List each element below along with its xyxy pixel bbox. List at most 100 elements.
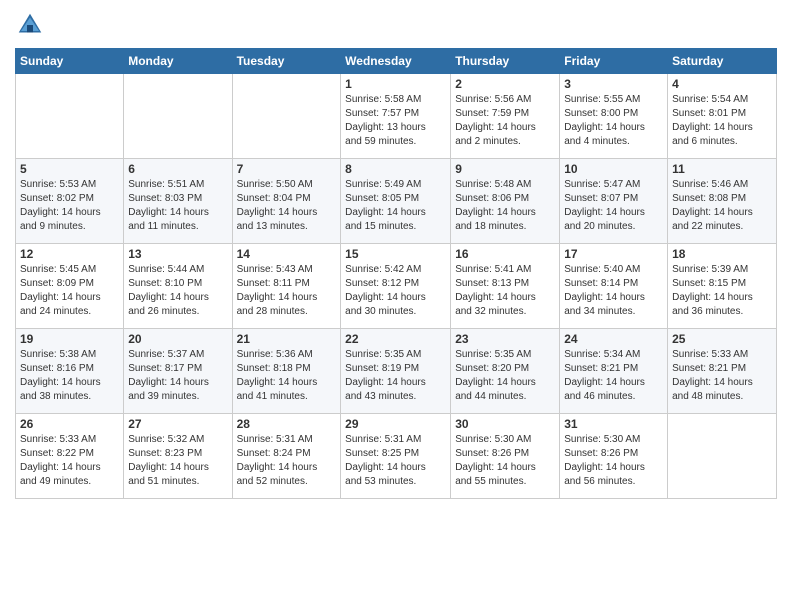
day-info: Sunrise: 5:39 AM Sunset: 8:15 PM Dayligh… [672,263,772,319]
day-info: Sunrise: 5:43 AM Sunset: 8:11 PM Dayligh… [237,263,337,319]
day-number: 23 [455,332,555,346]
calendar-cell: 30 Sunrise: 5:30 AM Sunset: 8:26 PM Dayli… [451,414,560,499]
day-info: Sunrise: 5:42 AM Sunset: 8:12 PM Dayligh… [345,263,446,319]
day-number: 12 [20,247,119,261]
calendar-cell: 23 Sunrise: 5:35 AM Sunset: 8:20 PM Dayli… [451,329,560,414]
day-info: Sunrise: 5:36 AM Sunset: 8:18 PM Dayligh… [237,348,337,404]
day-info: Sunrise: 5:33 AM Sunset: 8:22 PM Dayligh… [20,433,119,489]
weekday-header-row: SundayMondayTuesdayWednesdayThursdayFrid… [16,49,777,74]
day-number: 6 [128,162,227,176]
calendar-cell: 3Sunrise: 5:55 AM Sunset: 8:00 PM Daylig… [560,74,668,159]
day-number: 31 [564,417,663,431]
day-number: 1 [345,77,446,91]
weekday-header-friday: Friday [560,49,668,74]
day-info: Sunrise: 5:44 AM Sunset: 8:10 PM Dayligh… [128,263,227,319]
day-number: 2 [455,77,555,91]
page: SundayMondayTuesdayWednesdayThursdayFrid… [0,0,792,612]
day-number: 26 [20,417,119,431]
calendar-cell [16,74,124,159]
day-info: Sunrise: 5:30 AM Sunset: 8:26 PM Dayligh… [455,433,555,489]
day-number: 28 [237,417,337,431]
weekday-header-sunday: Sunday [16,49,124,74]
calendar-cell: 8 Sunrise: 5:49 AM Sunset: 8:05 PM Daylig… [341,159,451,244]
calendar-cell: 24 Sunrise: 5:34 AM Sunset: 8:21 PM Dayli… [560,329,668,414]
calendar-cell [668,414,777,499]
day-info: Sunrise: 5:38 AM Sunset: 8:16 PM Dayligh… [20,348,119,404]
day-number: 14 [237,247,337,261]
day-number: 11 [672,162,772,176]
day-number: 3 [564,77,663,91]
calendar-cell: 18 Sunrise: 5:39 AM Sunset: 8:15 PM Dayli… [668,244,777,329]
calendar-cell: 17 Sunrise: 5:40 AM Sunset: 8:14 PM Dayli… [560,244,668,329]
calendar-cell: 1 Sunrise: 5:58 AM Sunset: 7:57 PM Daylig… [341,74,451,159]
day-info: Sunrise: 5:32 AM Sunset: 8:23 PM Dayligh… [128,433,227,489]
calendar-cell: 16 Sunrise: 5:41 AM Sunset: 8:13 PM Dayli… [451,244,560,329]
week-row-3: 19Sunrise: 5:38 AM Sunset: 8:16 PM Dayli… [16,329,777,414]
day-info: Sunrise: 5:37 AM Sunset: 8:17 PM Dayligh… [128,348,227,404]
calendar-cell: 29 Sunrise: 5:31 AM Sunset: 8:25 PM Dayli… [341,414,451,499]
day-number: 30 [455,417,555,431]
calendar-cell: 15 Sunrise: 5:42 AM Sunset: 8:12 PM Dayli… [341,244,451,329]
calendar-cell: 14 Sunrise: 5:43 AM Sunset: 8:11 PM Dayli… [232,244,341,329]
calendar-cell: 27 Sunrise: 5:32 AM Sunset: 8:23 PM Dayli… [124,414,232,499]
day-info: Sunrise: 5:56 AM Sunset: 7:59 PM Dayligh… [455,93,555,149]
weekday-header-tuesday: Tuesday [232,49,341,74]
day-info: Sunrise: 5:35 AM Sunset: 8:19 PM Dayligh… [345,348,446,404]
week-row-2: 12 Sunrise: 5:45 AM Sunset: 8:09 PM Dayli… [16,244,777,329]
week-row-1: 5Sunrise: 5:53 AM Sunset: 8:02 PM Daylig… [16,159,777,244]
day-info: Sunrise: 5:40 AM Sunset: 8:14 PM Dayligh… [564,263,663,319]
week-row-0: 1 Sunrise: 5:58 AM Sunset: 7:57 PM Daylig… [16,74,777,159]
day-number: 27 [128,417,227,431]
day-info: Sunrise: 5:34 AM Sunset: 8:21 PM Dayligh… [564,348,663,404]
calendar-cell: 5Sunrise: 5:53 AM Sunset: 8:02 PM Daylig… [16,159,124,244]
day-info: Sunrise: 5:33 AM Sunset: 8:21 PM Dayligh… [672,348,772,404]
day-number: 8 [345,162,446,176]
day-info: Sunrise: 5:35 AM Sunset: 8:20 PM Dayligh… [455,348,555,404]
day-number: 17 [564,247,663,261]
day-info: Sunrise: 5:58 AM Sunset: 7:57 PM Dayligh… [345,93,446,149]
day-info: Sunrise: 5:31 AM Sunset: 8:24 PM Dayligh… [237,433,337,489]
calendar-cell: 31 Sunrise: 5:30 AM Sunset: 8:26 PM Dayli… [560,414,668,499]
calendar-cell: 4Sunrise: 5:54 AM Sunset: 8:01 PM Daylig… [668,74,777,159]
calendar-cell: 21 Sunrise: 5:36 AM Sunset: 8:18 PM Dayli… [232,329,341,414]
calendar-cell: 26 Sunrise: 5:33 AM Sunset: 8:22 PM Dayli… [16,414,124,499]
day-info: Sunrise: 5:45 AM Sunset: 8:09 PM Dayligh… [20,263,119,319]
calendar-cell: 25Sunrise: 5:33 AM Sunset: 8:21 PM Dayli… [668,329,777,414]
day-number: 22 [345,332,446,346]
day-info: Sunrise: 5:46 AM Sunset: 8:08 PM Dayligh… [672,178,772,234]
day-number: 9 [455,162,555,176]
logo [15,10,48,40]
day-number: 29 [345,417,446,431]
header [15,10,777,40]
calendar-cell: 6Sunrise: 5:51 AM Sunset: 8:03 PM Daylig… [124,159,232,244]
calendar-cell: 9 Sunrise: 5:48 AM Sunset: 8:06 PM Daylig… [451,159,560,244]
calendar-cell: 28 Sunrise: 5:31 AM Sunset: 8:24 PM Dayli… [232,414,341,499]
day-info: Sunrise: 5:41 AM Sunset: 8:13 PM Dayligh… [455,263,555,319]
day-number: 18 [672,247,772,261]
week-row-4: 26 Sunrise: 5:33 AM Sunset: 8:22 PM Dayli… [16,414,777,499]
calendar: SundayMondayTuesdayWednesdayThursdayFrid… [15,48,777,499]
day-number: 13 [128,247,227,261]
day-number: 16 [455,247,555,261]
day-info: Sunrise: 5:49 AM Sunset: 8:05 PM Dayligh… [345,178,446,234]
calendar-cell [232,74,341,159]
day-number: 4 [672,77,772,91]
day-info: Sunrise: 5:30 AM Sunset: 8:26 PM Dayligh… [564,433,663,489]
logo-icon [15,10,45,40]
calendar-cell: 12 Sunrise: 5:45 AM Sunset: 8:09 PM Dayli… [16,244,124,329]
calendar-cell: 13 Sunrise: 5:44 AM Sunset: 8:10 PM Dayli… [124,244,232,329]
calendar-cell: 22 Sunrise: 5:35 AM Sunset: 8:19 PM Dayli… [341,329,451,414]
calendar-cell: 2 Sunrise: 5:56 AM Sunset: 7:59 PM Daylig… [451,74,560,159]
weekday-header-thursday: Thursday [451,49,560,74]
day-number: 15 [345,247,446,261]
weekday-header-wednesday: Wednesday [341,49,451,74]
calendar-cell: 11 Sunrise: 5:46 AM Sunset: 8:08 PM Dayli… [668,159,777,244]
day-info: Sunrise: 5:48 AM Sunset: 8:06 PM Dayligh… [455,178,555,234]
day-number: 24 [564,332,663,346]
day-number: 5 [20,162,119,176]
day-info: Sunrise: 5:50 AM Sunset: 8:04 PM Dayligh… [237,178,337,234]
calendar-cell: 20Sunrise: 5:37 AM Sunset: 8:17 PM Dayli… [124,329,232,414]
day-info: Sunrise: 5:47 AM Sunset: 8:07 PM Dayligh… [564,178,663,234]
day-info: Sunrise: 5:31 AM Sunset: 8:25 PM Dayligh… [345,433,446,489]
day-number: 21 [237,332,337,346]
